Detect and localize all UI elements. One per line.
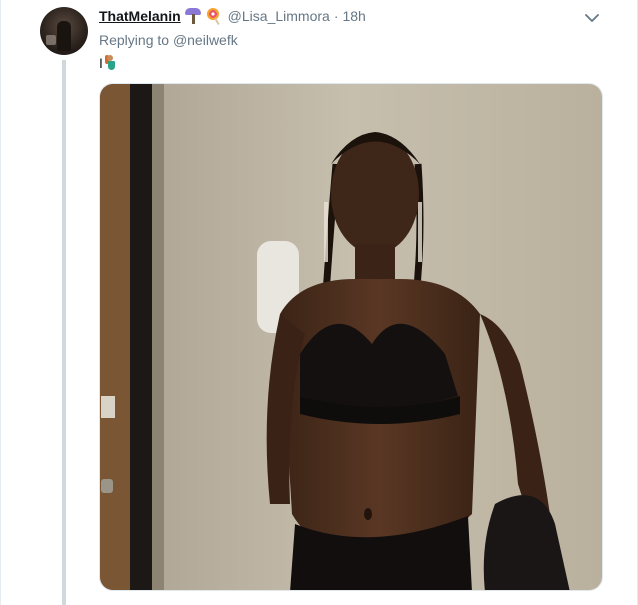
replying-to-mention[interactable]: @neilwefk [173, 32, 238, 48]
tree-emoji-icon [184, 7, 202, 25]
chevron-down-icon[interactable] [585, 10, 599, 22]
tweet-text-content: I [99, 55, 103, 71]
timestamp[interactable]: 18h [342, 7, 365, 25]
tweet-header: ThatMelanin @Lisa_Limmora · 18h [99, 7, 366, 26]
user-handle[interactable]: @Lisa_Limmora [228, 7, 330, 25]
replying-to-line: Replying to @neilwefk [99, 31, 238, 49]
avatar-detail [46, 35, 56, 45]
display-name[interactable]: ThatMelanin [99, 7, 181, 25]
replying-to-label: Replying to [99, 32, 170, 48]
tweet-media-photo[interactable] [99, 83, 603, 591]
photo-illustration [100, 84, 602, 590]
separator-dot: · [333, 8, 339, 24]
avatar-figure [57, 21, 71, 51]
thread-connector-line [62, 60, 66, 605]
mermaid-emoji-icon [104, 55, 118, 71]
avatar[interactable] [40, 7, 88, 55]
tweet-card[interactable]: ThatMelanin @Lisa_Limmora · 18h Replying… [0, 0, 638, 605]
tweet-text: I [99, 54, 118, 72]
lollipop-emoji-icon [205, 7, 223, 26]
